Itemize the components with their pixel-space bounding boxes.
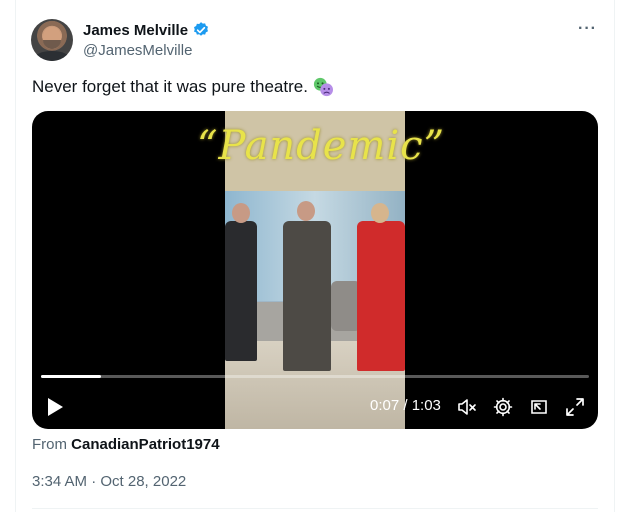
performing-arts-masks-icon [313,77,333,97]
more-options-icon[interactable]: ··· [578,20,597,38]
tweet-text: Never forget that it was pure theatre. [32,77,334,97]
video-person-center [283,221,331,371]
avatar-shirt [35,51,69,61]
video-overlay-title: “Pandemic” [197,123,446,169]
author-handle[interactable]: @JamesMelville [83,42,192,59]
video-person-left-head [232,203,250,223]
verified-badge-icon[interactable] [192,21,210,39]
tweet-text-body: Never forget that it was pure theatre. [32,77,308,96]
author-name-row: James Melville [83,21,210,39]
avatar-beard [43,40,61,49]
video-scrubber-progress [41,375,102,378]
avatar[interactable] [31,19,73,61]
video-person-center-head [297,201,315,221]
settings-gear-icon[interactable] [493,397,513,417]
video-source-prefix: From [32,436,72,453]
fullscreen-expand-icon[interactable] [565,397,585,417]
video-person-left [225,221,257,361]
divider [32,508,598,509]
tweet-timestamp[interactable]: 3:34 AM · Oct 28, 2022 [32,473,186,490]
author-display-name[interactable]: James Melville [83,22,188,39]
video-player[interactable]: “Pandemic” 0:07 / 1:03 [32,111,598,429]
muted-volume-icon[interactable] [457,397,477,417]
play-icon[interactable] [46,397,64,417]
video-person-right-head [371,203,389,223]
video-source-account-link[interactable]: CanadianPatriot1974 [71,436,219,453]
video-scrubber[interactable] [41,375,589,378]
picture-in-picture-icon[interactable] [529,397,549,417]
video-source-attribution: From CanadianPatriot1974 [32,436,220,453]
video-person-right [357,221,405,371]
video-time-display: 0:07 / 1:03 [370,397,441,414]
